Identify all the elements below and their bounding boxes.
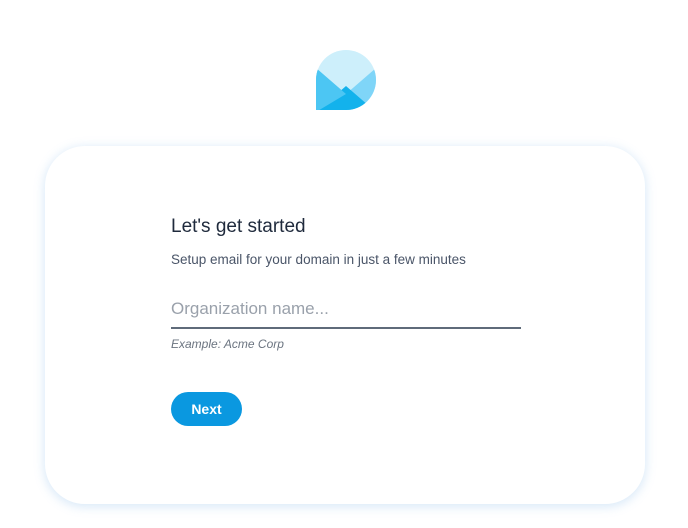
page-title: Let's get started — [171, 216, 306, 237]
organization-name-hint: Example: Acme Corp — [171, 337, 284, 351]
page: Let's get started Setup email for your d… — [0, 0, 688, 528]
organization-name-input[interactable] — [171, 299, 521, 327]
subtitle: Setup email for your domain in just a fe… — [171, 252, 466, 267]
onboarding-card: Let's get started Setup email for your d… — [45, 146, 645, 504]
next-button[interactable]: Next — [171, 392, 242, 426]
organization-name-field — [171, 299, 521, 329]
onboarding-form: Let's get started Setup email for your d… — [171, 216, 521, 426]
envelope-chat-logo-icon — [316, 50, 376, 110]
